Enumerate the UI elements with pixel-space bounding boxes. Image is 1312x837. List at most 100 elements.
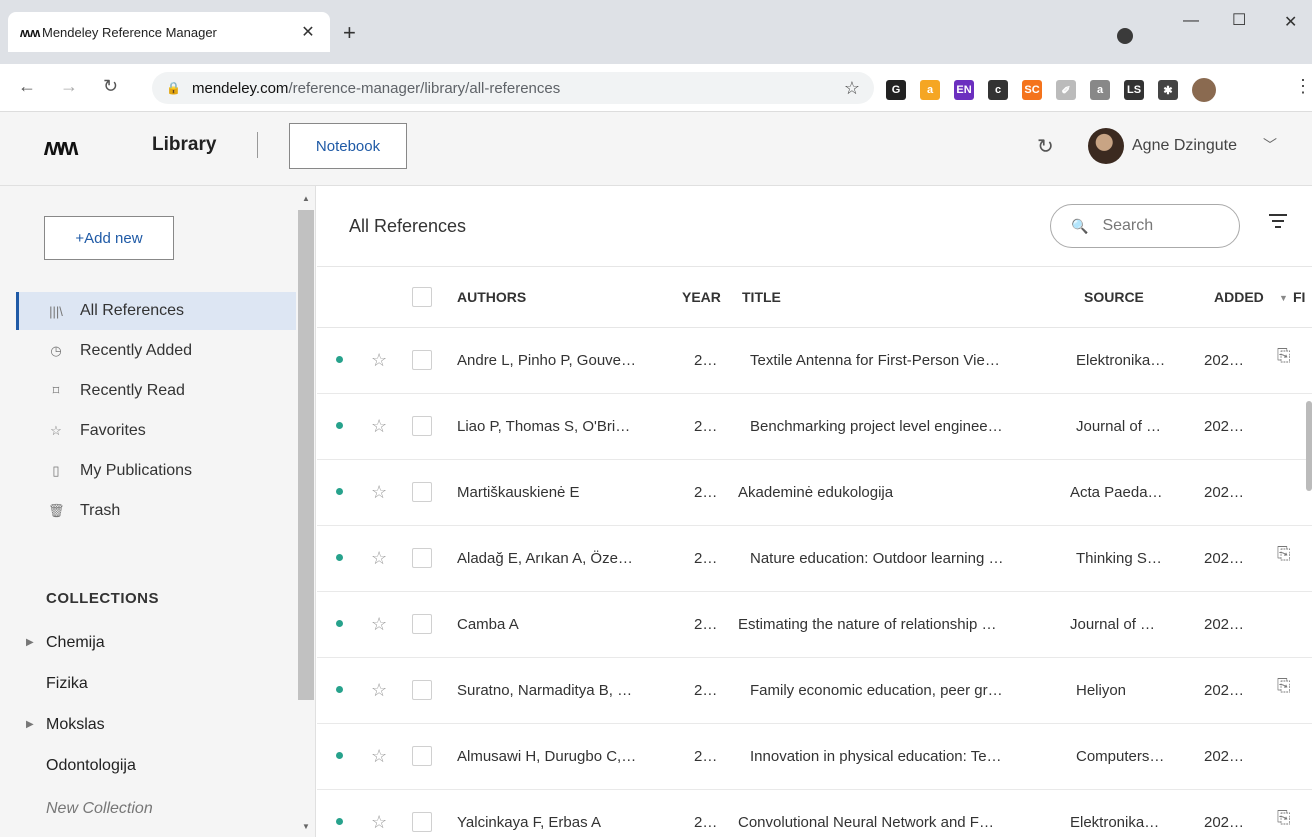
url-field[interactable]: 🔒 mendeley.com/reference-manager/library… xyxy=(152,72,874,104)
table-row[interactable]: ☆ Camba A 2… Estimating the nature of relat… xyxy=(317,592,1312,658)
sidebar-item-my-publications[interactable]: ▯ My Publications xyxy=(16,452,296,490)
user-name[interactable]: Agne Dzingute xyxy=(1132,137,1237,155)
maximize-icon[interactable]: ☐ xyxy=(1232,10,1246,30)
collection-fizika[interactable]: Fizika xyxy=(46,675,88,693)
lock-icon: 🔒 xyxy=(166,81,181,95)
sidebar-scrollbar[interactable]: ▲ ▼ xyxy=(298,194,314,834)
unread-indicator xyxy=(336,620,343,627)
extension-icon[interactable]: c xyxy=(988,80,1008,100)
favorite-star-icon[interactable]: ☆ xyxy=(371,548,387,569)
column-file[interactable]: FI xyxy=(1293,289,1305,305)
add-new-button[interactable]: +Add new xyxy=(44,216,174,260)
bookmark-star-icon[interactable]: ☆ xyxy=(844,78,860,99)
cell-authors: Aladağ E, Arıkan A, Öze… xyxy=(457,550,633,567)
notebook-button[interactable]: Notebook xyxy=(289,123,407,169)
extension-icon[interactable]: EN xyxy=(954,80,974,100)
browser-menu-icon[interactable]: ⋮ xyxy=(1294,76,1312,97)
table-row[interactable]: ☆ Liao P, Thomas S, O'Bri… 2… Benchmarking … xyxy=(317,394,1312,460)
browser-tab[interactable]: ʍʍ Mendeley Reference Manager ✕ xyxy=(8,12,330,52)
row-checkbox[interactable] xyxy=(412,350,432,370)
column-year[interactable]: YEAR xyxy=(682,289,721,305)
sort-desc-icon[interactable]: ▼ xyxy=(1279,293,1288,303)
browser-account-avatar[interactable] xyxy=(1192,78,1216,102)
tab-close-icon[interactable]: ✕ xyxy=(298,22,318,42)
row-checkbox[interactable] xyxy=(412,614,432,634)
cell-source: Computers… xyxy=(1076,748,1165,765)
collection-mokslas[interactable]: ▶ Mokslas xyxy=(26,716,105,734)
table-scrollbar-thumb[interactable] xyxy=(1306,401,1312,491)
favorite-star-icon[interactable]: ☆ xyxy=(371,746,387,767)
collection-chemija[interactable]: ▶ Chemija xyxy=(26,634,105,652)
favorite-star-icon[interactable]: ☆ xyxy=(371,482,387,503)
extension-icon[interactable]: SC xyxy=(1022,80,1042,100)
favorite-star-icon[interactable]: ☆ xyxy=(371,350,387,371)
browser-profile-icon[interactable] xyxy=(1117,28,1133,44)
new-tab-button[interactable]: + xyxy=(343,20,356,46)
library-title[interactable]: Library xyxy=(152,134,216,156)
extension-icon[interactable]: ✱ xyxy=(1158,80,1178,100)
favorite-star-icon[interactable]: ☆ xyxy=(371,416,387,437)
cell-year: 2… xyxy=(694,550,718,567)
table-row[interactable]: ☆ Suratno, Narmaditya B, … 2… Family econom… xyxy=(317,658,1312,724)
new-collection-button[interactable]: New Collection xyxy=(46,800,153,818)
back-icon[interactable]: ← xyxy=(18,76,36,97)
scroll-down-icon[interactable]: ▼ xyxy=(302,822,310,831)
sidebar-scroll-thumb[interactable] xyxy=(298,210,314,700)
sidebar-item-recently-added[interactable]: ◷ Recently Added xyxy=(16,332,296,370)
collection-odontologija[interactable]: Odontologija xyxy=(46,757,136,775)
extension-icon[interactable]: G xyxy=(886,80,906,100)
sync-icon[interactable]: ↻ xyxy=(1037,134,1054,159)
attach-file-icon[interactable]: ⎘ xyxy=(1277,544,1291,564)
attach-file-icon[interactable]: ⎘ xyxy=(1277,676,1291,696)
table-row[interactable]: ☆ Martiškauskienė E 2… Akademinė edukologij… xyxy=(317,460,1312,526)
favorite-star-icon[interactable]: ☆ xyxy=(371,680,387,701)
extension-icon[interactable]: a xyxy=(920,80,940,100)
row-checkbox[interactable] xyxy=(412,548,432,568)
favorite-star-icon[interactable]: ☆ xyxy=(371,812,387,833)
close-window-icon[interactable]: ✕ xyxy=(1284,12,1297,32)
sidebar-item-recently-read[interactable]: ⌑ Recently Read xyxy=(16,372,296,410)
table-row[interactable]: ☆ Almusawi H, Durugbo C,… 2… Innovation in … xyxy=(317,724,1312,790)
cell-added: 202… xyxy=(1204,682,1245,699)
table-row[interactable]: ☆ Andre L, Pinho P, Gouve… 2… Textile Anten… xyxy=(317,328,1312,394)
favorite-star-icon[interactable]: ☆ xyxy=(371,614,387,635)
cell-year: 2… xyxy=(694,418,718,435)
sidebar-item-trash[interactable]: 🗑 Trash xyxy=(16,492,296,530)
sidebar-item-all-references[interactable]: |||\ All References xyxy=(16,292,296,330)
scroll-up-icon[interactable]: ▲ xyxy=(302,194,310,203)
avatar[interactable] xyxy=(1088,128,1124,164)
extension-icon[interactable]: ✐ xyxy=(1056,80,1076,100)
expand-arrow-icon[interactable]: ▶ xyxy=(26,719,34,730)
row-checkbox[interactable] xyxy=(412,812,432,832)
unread-indicator xyxy=(336,488,343,495)
reload-icon[interactable]: ↻ xyxy=(103,76,118,97)
row-checkbox[interactable] xyxy=(412,680,432,700)
search-input[interactable]: 🔍 Search xyxy=(1050,204,1240,248)
mendeley-logo-icon[interactable]: ʍʍ xyxy=(44,134,78,162)
table-row[interactable]: ☆ Aladağ E, Arıkan A, Öze… 2… Nature educat… xyxy=(317,526,1312,592)
bookmark-icon: ⌑ xyxy=(52,383,60,398)
row-checkbox[interactable] xyxy=(412,746,432,766)
row-checkbox[interactable] xyxy=(412,482,432,502)
minimize-icon[interactable]: — xyxy=(1183,12,1199,30)
library-icon: |||\ xyxy=(49,303,63,319)
chevron-down-icon[interactable]: ﹀ xyxy=(1263,135,1277,155)
attach-file-icon[interactable]: ⎘ xyxy=(1277,346,1291,366)
sidebar-item-favorites[interactable]: ☆ Favorites xyxy=(16,412,296,450)
cell-added: 202… xyxy=(1204,814,1245,831)
cell-authors: Suratno, Narmaditya B, … xyxy=(457,682,633,699)
column-authors[interactable]: AUTHORS xyxy=(457,289,526,305)
select-all-checkbox[interactable] xyxy=(412,287,432,307)
column-added[interactable]: ADDED xyxy=(1214,289,1264,305)
table-row[interactable]: ☆ Yalcinkaya F, Erbas A 2… Convolutional Ne… xyxy=(317,790,1312,837)
extension-icon[interactable]: LS xyxy=(1124,80,1144,100)
column-title[interactable]: TITLE xyxy=(742,289,781,305)
extension-icon[interactable]: a xyxy=(1090,80,1110,100)
row-checkbox[interactable] xyxy=(412,416,432,436)
collection-label: Odontologija xyxy=(46,757,136,774)
forward-icon[interactable]: → xyxy=(60,76,78,97)
attach-file-icon[interactable]: ⎘ xyxy=(1277,808,1291,828)
filter-icon[interactable] xyxy=(1269,214,1287,232)
column-source[interactable]: SOURCE xyxy=(1084,289,1144,305)
expand-arrow-icon[interactable]: ▶ xyxy=(26,637,34,648)
